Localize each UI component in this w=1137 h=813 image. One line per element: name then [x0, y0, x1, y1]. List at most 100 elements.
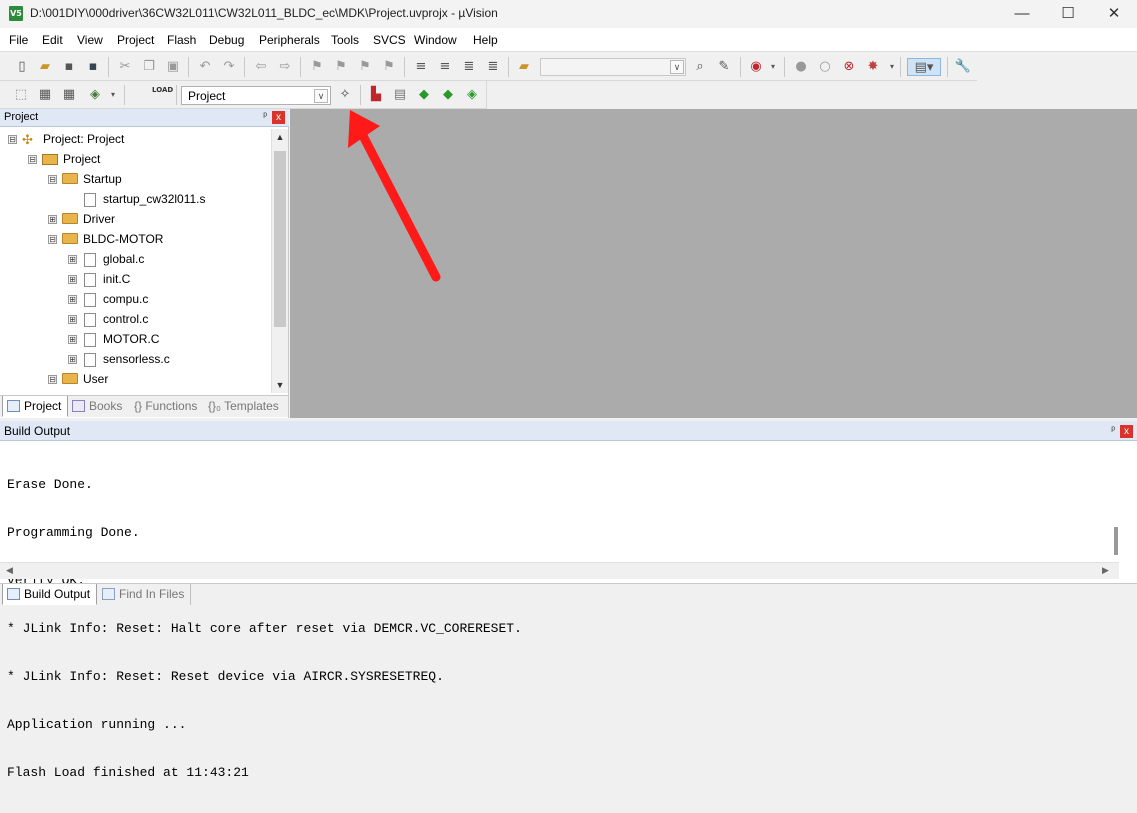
build-output-text[interactable]: Erase Done. Programming Done. Verify OK.… — [7, 445, 1107, 813]
minimize-button[interactable]: — — [999, 0, 1045, 28]
close-icon[interactable]: x — [1120, 425, 1133, 438]
collapse-icon[interactable]: ⊟ — [28, 155, 37, 165]
menu-svcs[interactable]: SVCS — [373, 33, 406, 47]
tree-item[interactable]: ⊟ ✣ Project: Project — [8, 129, 124, 149]
uncomment-icon[interactable]: ≣ — [484, 58, 502, 76]
chevron-down-icon[interactable]: ∨ — [670, 60, 684, 74]
collapse-icon[interactable]: ⊟ — [8, 135, 17, 145]
find-combo[interactable]: ∨ — [540, 58, 686, 76]
tab-functions[interactable]: {} Functions — [114, 396, 203, 417]
chevron-down-icon[interactable]: ▾ — [764, 58, 782, 76]
configure-wrench-icon[interactable]: 🔧 — [954, 58, 972, 76]
tree-item[interactable]: ⊞ MOTOR.C — [68, 329, 159, 349]
tab-templates[interactable]: {}₀ Templates — [192, 396, 285, 417]
tree-item[interactable]: ⊞ compu.c — [68, 289, 148, 309]
tree-item[interactable]: ⊟ Project — [28, 149, 100, 169]
run-time-environment-icon[interactable]: ◈ — [463, 86, 481, 104]
chevron-down-icon[interactable]: ∨ — [314, 89, 328, 103]
tree-item[interactable]: ⊞ sensorless.c — [68, 349, 170, 369]
scroll-down-icon[interactable]: ▼ — [272, 377, 288, 393]
find-icon[interactable]: ⌕ — [691, 58, 709, 76]
tab-project[interactable]: Project — [2, 396, 69, 417]
expand-icon[interactable]: ⊞ — [68, 335, 77, 345]
collapse-icon[interactable]: ⊟ — [48, 235, 57, 245]
open-file-icon[interactable]: ▰ — [36, 58, 54, 76]
tab-find-in-files[interactable]: Find In Files — [98, 584, 192, 605]
menu-file[interactable]: File — [9, 33, 28, 47]
close-window-button[interactable]: ✕ — [1091, 0, 1137, 28]
copy-icon[interactable]: ❐ — [140, 58, 158, 76]
expand-icon[interactable]: ⊞ — [68, 275, 77, 285]
save-icon[interactable]: ▪ — [60, 58, 78, 76]
kill-breakpoints-icon[interactable]: ✸ — [864, 58, 882, 76]
tree-item[interactable]: ⊟ BLDC-MOTOR — [48, 229, 163, 249]
paste-icon[interactable]: ▣ — [164, 58, 182, 76]
tree-item[interactable]: ⊟ Startup — [48, 169, 122, 189]
tree-item[interactable]: ⊞ control.c — [68, 309, 148, 329]
debug-session-icon[interactable]: ◉ — [747, 58, 765, 76]
scrollbar-thumb[interactable] — [1114, 527, 1118, 555]
translate-icon[interactable]: ⬚ — [12, 86, 30, 104]
rebuild-icon[interactable]: ▦ — [60, 86, 78, 104]
batch-build-icon[interactable]: ◈ — [86, 86, 104, 104]
close-icon[interactable]: x — [272, 111, 285, 124]
bookmark-next-icon[interactable]: ⚑ — [356, 58, 374, 76]
bookmark-clear-icon[interactable]: ⚑ — [380, 58, 398, 76]
incremental-find-icon[interactable]: ✎ — [715, 58, 733, 76]
menu-debug[interactable]: Debug — [209, 33, 244, 47]
tree-item[interactable]: ⊞ init.C — [68, 269, 130, 289]
scroll-left-icon[interactable]: ◀ — [6, 565, 13, 576]
scroll-up-icon[interactable]: ▲ — [272, 129, 288, 145]
file-icon — [84, 272, 96, 287]
comment-icon[interactable]: ≣ — [460, 58, 478, 76]
menu-help[interactable]: Help — [473, 33, 498, 47]
project-tree-scrollbar[interactable]: ▲ ▼ — [271, 129, 288, 393]
menu-project[interactable]: Project — [117, 33, 154, 47]
insert-breakpoint-icon[interactable]: ● — [792, 58, 810, 76]
download-load-icon[interactable]: LOAD — [152, 86, 173, 104]
disable-breakpoints-icon[interactable]: ⊗ — [840, 58, 858, 76]
maximize-button[interactable]: ☐ — [1045, 0, 1091, 28]
indent-icon[interactable]: ≡ — [412, 58, 430, 76]
expand-icon[interactable]: ⊞ — [68, 355, 77, 365]
build-icon[interactable]: ▦ — [36, 86, 54, 104]
target-select[interactable]: Project ∨ — [181, 86, 331, 105]
menu-tools[interactable]: Tools — [331, 33, 359, 47]
expand-icon[interactable]: ⊞ — [48, 215, 57, 225]
tree-item[interactable]: ⊞ Driver — [48, 209, 115, 229]
expand-icon[interactable]: ⊞ — [68, 295, 77, 305]
undo-icon[interactable]: ↶ — [196, 58, 214, 76]
menu-peripherals[interactable]: Peripherals — [259, 33, 320, 47]
scrollbar-thumb[interactable] — [274, 151, 286, 327]
navigate-back-icon[interactable]: ⇦ — [252, 58, 270, 76]
enable-breakpoint-icon[interactable]: ○ — [816, 58, 834, 76]
new-file-icon[interactable]: ▯ — [13, 58, 31, 76]
scroll-right-icon[interactable]: ▶ — [1102, 565, 1109, 576]
save-all-icon[interactable]: ▪ — [84, 58, 102, 76]
tree-item[interactable]: ⊞ global.c — [68, 249, 144, 269]
collapse-icon[interactable]: ⊟ — [48, 375, 57, 385]
pin-icon[interactable]: ᵖ — [263, 111, 267, 122]
tab-build-output[interactable]: Build Output — [2, 584, 98, 605]
expand-icon[interactable]: ⊞ — [68, 255, 77, 265]
tree-item[interactable]: startup_cw32l011.s — [82, 189, 206, 209]
pin-icon[interactable]: ᵖ — [1111, 425, 1115, 436]
find-in-files-icon[interactable]: ▰ — [515, 58, 533, 76]
menu-flash[interactable]: Flash — [167, 33, 196, 47]
menu-view[interactable]: View — [77, 33, 103, 47]
cut-icon[interactable]: ✂ — [116, 58, 134, 76]
chevron-down-icon[interactable]: ▾ — [883, 58, 901, 76]
build-output-horizontal-scrollbar[interactable]: ◀ ▶ — [0, 562, 1119, 579]
menu-edit[interactable]: Edit — [42, 33, 63, 47]
window-layout-icon[interactable]: ▤▾ — [907, 58, 941, 76]
expand-icon[interactable]: ⊞ — [68, 315, 77, 325]
navigate-forward-icon[interactable]: ⇨ — [276, 58, 294, 76]
redo-icon[interactable]: ↷ — [220, 58, 238, 76]
bookmark-prev-icon[interactable]: ⚑ — [332, 58, 350, 76]
menu-window[interactable]: Window — [414, 33, 457, 47]
collapse-icon[interactable]: ⊟ — [48, 175, 57, 185]
tree-item[interactable]: ⊟ User — [48, 369, 108, 389]
unindent-icon[interactable]: ≡ — [436, 58, 454, 76]
bookmark-toggle-icon[interactable]: ⚑ — [308, 58, 326, 76]
chevron-down-icon[interactable]: ▾ — [104, 86, 122, 104]
